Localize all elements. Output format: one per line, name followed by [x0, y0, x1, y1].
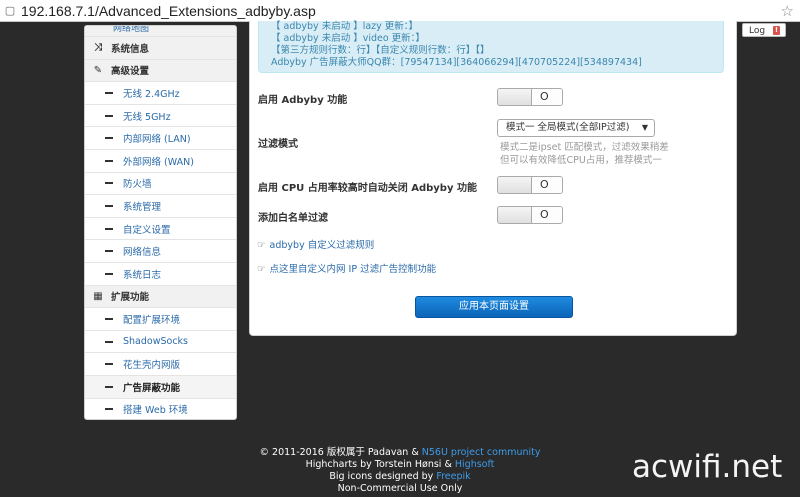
sidebar-item-15[interactable]: 广告屏蔽功能 — [85, 375, 236, 399]
dash-icon — [105, 272, 113, 275]
sidebar-item-label: 无线 2.4GHz — [123, 88, 180, 100]
dropdown-arrow-icon: ▼ — [641, 123, 648, 132]
enable-adbyby-label: 启用 Adbyby 功能 — [258, 95, 348, 106]
alert-icon: ! — [773, 26, 780, 35]
cpu-auto-off-label: 启用 CPU 占用率较高时自动关闭 Adbyby 功能 — [258, 183, 477, 194]
dash-icon — [105, 317, 113, 320]
status-info-box: 【 adbyby 未启动 】lazy 更新：】 【 adbyby 未启动 】vi… — [258, 21, 724, 73]
sidebar-item-label: 防火墙 — [123, 179, 152, 191]
footer-freepik-link[interactable]: Freepik — [436, 471, 470, 482]
footer-highsoft-link[interactable]: Highsoft — [455, 459, 495, 470]
filter-hint-1: 模式二是ipset 匹配模式，过滤效果稍差 — [500, 142, 669, 153]
footer-icons: Big icons designed by — [329, 471, 437, 482]
dash-icon — [105, 227, 113, 230]
dash-icon — [105, 137, 113, 140]
sidebar-section-11[interactable]: ▦ 扩展功能 — [85, 285, 236, 309]
sidebar-item-label: 花生壳内网版 — [123, 360, 181, 372]
cpu-auto-off-toggle[interactable]: O — [497, 176, 563, 194]
sidebar-item-label: 高级设置 — [111, 66, 150, 78]
sidebar-section-0[interactable]: ⤨ 系统信息 — [85, 37, 236, 60]
sidebar-item-14[interactable]: 花生壳内网版 — [85, 353, 236, 376]
address-bar[interactable]: ▢ 192.168.7.1/Advanced_Extensions_adbyby… — [0, 0, 800, 22]
enable-adbyby-toggle[interactable]: O — [497, 88, 563, 106]
sidebar-item-16[interactable]: 搭建 Web 环境 — [85, 398, 236, 419]
info-line-rules: 【第三方规则行数：行】【自定义规则行数：行】【】 — [271, 45, 490, 56]
filter-mode-select[interactable]: 模式一 全局模式(全部IP过滤) ▼ — [497, 119, 655, 137]
sidebar-item-3[interactable]: 无线 5GHz — [85, 104, 236, 128]
sidebar-item-label: 系统信息 — [111, 43, 150, 55]
sidebar-item-label: 搭建 Web 环境 — [123, 405, 188, 417]
apply-settings-button[interactable]: 应用本页面设置 — [415, 296, 573, 318]
sidebar-item-6[interactable]: 防火墙 — [85, 172, 236, 196]
info-line-qq: Adbyby 广告屏蔽大师QQ群：[79547134][364066294][4… — [271, 57, 642, 68]
sidebar-section-1[interactable]: ✎ 高级设置 — [85, 59, 236, 83]
sidebar-item-label: 广告屏蔽功能 — [123, 382, 181, 394]
shuffle-icon: ⤨ — [94, 42, 102, 54]
filter-mode-value: 模式一 全局模式(全部IP过滤) — [506, 122, 630, 133]
sidebar-item-label: 内部网络 (LAN) — [123, 134, 191, 146]
whitelist-toggle[interactable]: O — [497, 206, 563, 224]
dash-icon — [105, 408, 113, 411]
url-text[interactable]: 192.168.7.1/Advanced_Extensions_adbyby.a… — [21, 3, 316, 19]
sidebar-item-label: 无线 5GHz — [123, 111, 171, 123]
sidebar-item-label: 网络信息 — [123, 247, 162, 259]
sidebar-item-label: 系统管理 — [123, 201, 162, 213]
sidebar-item-network-map[interactable]: 网络地图 — [85, 26, 236, 37]
info-line-lazy: 【 adbyby 未启动 】lazy 更新：】 — [271, 21, 419, 32]
sidebar-item-label: 自定义设置 — [123, 224, 171, 236]
sidebar-item-label: 扩展功能 — [111, 292, 150, 304]
sidebar-item-5[interactable]: 外部网络 (WAN) — [85, 149, 236, 173]
custom-rules-link[interactable]: ☞ adbyby 自定义过滤规则 — [257, 237, 374, 251]
sidebar-item-2[interactable]: 无线 2.4GHz — [85, 82, 236, 105]
dash-icon — [105, 363, 113, 366]
lan-ip-filter-link[interactable]: ☞ 点这里自定义内网 IP 过滤广告控制功能 — [257, 261, 436, 275]
footer-copyright: © 2011-2016 版权属于 Padavan & — [259, 447, 422, 458]
log-button[interactable]: Log ! — [742, 23, 786, 37]
wrench-icon: ✎ — [93, 64, 103, 76]
sidebar-item-13[interactable]: ShadowSocks — [85, 330, 236, 354]
grid-icon: ▦ — [93, 290, 103, 302]
dash-icon — [105, 250, 113, 253]
filter-hint-2: 但可以有效降低CPU占用，推荐模式一 — [500, 155, 662, 166]
watermark-text: acwifi.net — [632, 449, 783, 485]
whitelist-label: 添加白名单过滤 — [258, 213, 328, 224]
dash-icon — [105, 340, 113, 343]
filter-mode-label: 过滤模式 — [258, 139, 298, 150]
log-button-label: Log — [749, 26, 766, 36]
sidebar-item-8[interactable]: 自定义设置 — [85, 217, 236, 241]
bookmark-star-icon[interactable]: ☆ — [781, 2, 794, 20]
page-icon: ▢ — [4, 3, 16, 17]
dash-icon — [105, 91, 113, 94]
dash-icon — [105, 182, 113, 185]
sidebar-item-label: ShadowSocks — [123, 336, 189, 348]
footer-community-link[interactable]: N56U project community — [422, 447, 541, 458]
sidebar-item-4[interactable]: 内部网络 (LAN) — [85, 127, 236, 150]
sidebar-item-9[interactable]: 网络信息 — [85, 240, 236, 263]
sidebar-item-label: 系统日志 — [123, 269, 162, 281]
dash-icon — [105, 385, 113, 388]
toggle-knob: O — [531, 177, 562, 193]
toggle-knob: O — [531, 207, 562, 223]
dash-icon — [105, 159, 113, 162]
hand-pointer-icon: ☞ — [257, 240, 266, 251]
footer-highcharts: Highcharts by Torstein Hønsi & — [305, 459, 455, 470]
dash-icon — [105, 114, 113, 117]
main-panel: 【 adbyby 未启动 】lazy 更新：】 【 adbyby 未启动 】vi… — [249, 21, 737, 336]
sidebar-item-12[interactable]: 配置扩展环境 — [85, 308, 236, 331]
sidebar-item-label: 外部网络 (WAN) — [123, 156, 194, 168]
info-line-video: 【 adbyby 未启动 】video 更新：】 — [271, 33, 425, 44]
dash-icon — [105, 204, 113, 207]
sidebar-item-label: 配置扩展环境 — [123, 314, 181, 326]
toggle-knob: O — [531, 89, 562, 105]
sidebar-item-10[interactable]: 系统日志 — [85, 262, 236, 286]
sidebar-item-7[interactable]: 系统管理 — [85, 195, 236, 218]
hand-pointer-icon: ☞ — [257, 264, 266, 275]
sidebar-menu: 网络地图 ⤨ 系统信息 ✎ 高级设置无线 2.4GHz 无线 5GHz 内部网络 (LAN… — [84, 25, 237, 420]
